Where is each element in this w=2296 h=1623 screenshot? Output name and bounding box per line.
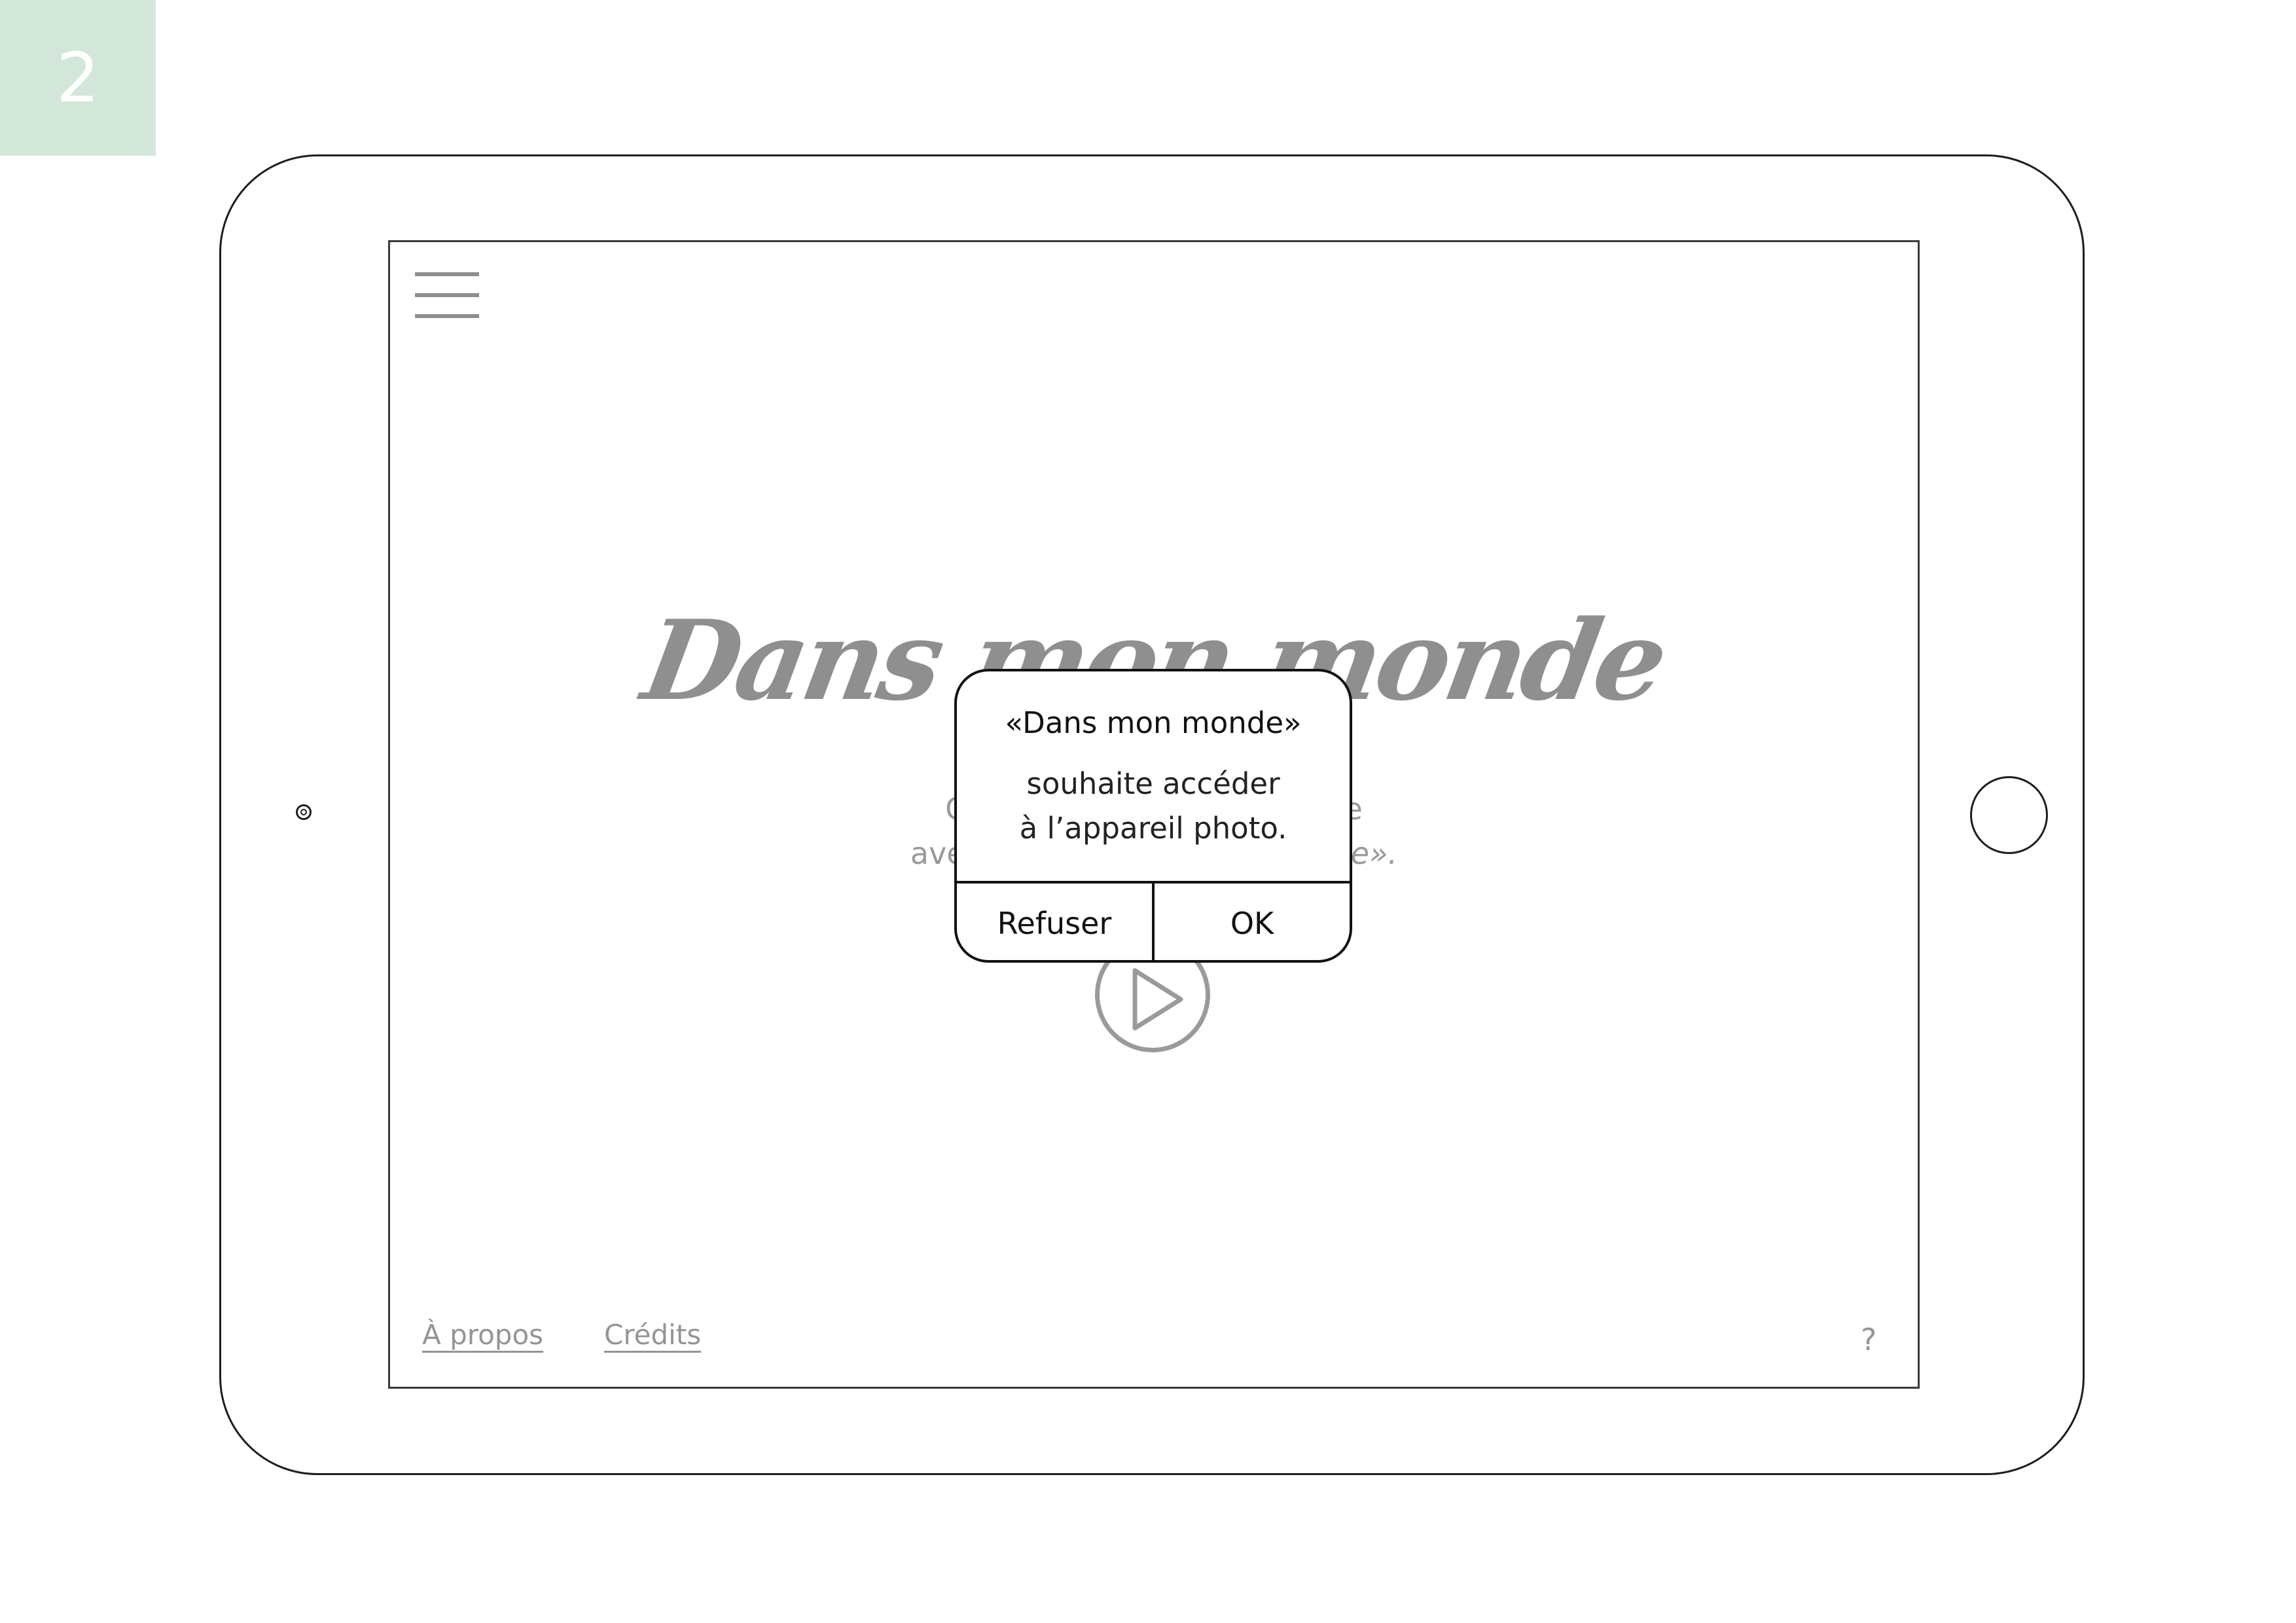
ok-button[interactable]: OK	[1152, 883, 1350, 960]
menu-bar-middle	[415, 293, 479, 297]
step-number-badge: 2	[0, 0, 156, 156]
hamburger-menu-icon[interactable]	[415, 272, 479, 318]
dialog-actions: Refuser OK	[957, 881, 1350, 960]
dialog-title: «Dans mon monde»	[1005, 705, 1302, 740]
deny-button[interactable]: Refuser	[957, 883, 1152, 960]
front-camera-icon	[296, 804, 312, 820]
menu-bar-top	[415, 272, 479, 276]
credits-link[interactable]: Crédits	[604, 1319, 701, 1351]
about-link[interactable]: À propos	[422, 1319, 543, 1351]
play-icon	[1132, 968, 1183, 1031]
menu-bar-bottom	[415, 314, 479, 318]
home-button[interactable]	[1970, 776, 2048, 854]
dialog-message-line-2: à l’appareil photo.	[1019, 811, 1287, 846]
dialog-message: souhaite accéder à l’appareil photo.	[957, 762, 1350, 851]
dialog-message-line-1: souhaite accéder	[1026, 766, 1280, 801]
camera-permission-dialog: «Dans mon monde» souhaite accéder à l’ap…	[954, 669, 1352, 963]
help-button[interactable]: ?	[1861, 1322, 1876, 1357]
